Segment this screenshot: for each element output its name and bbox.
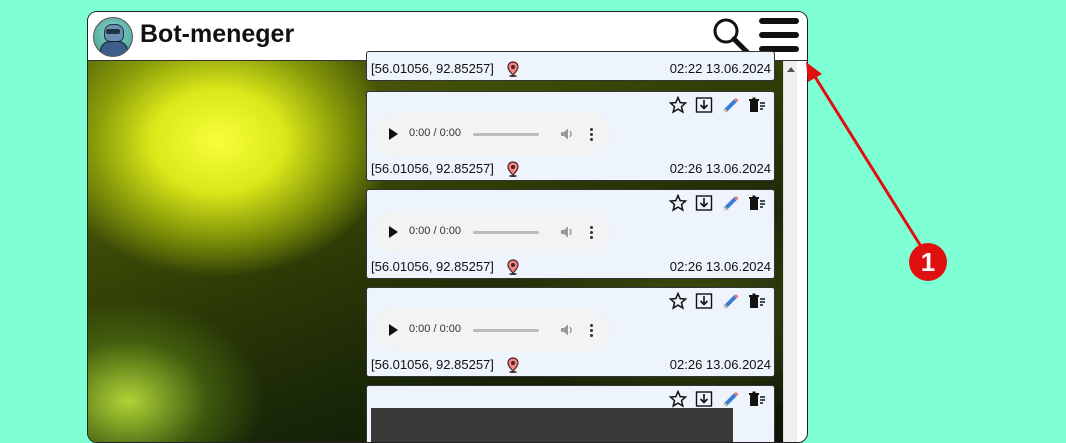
- pencil-icon[interactable]: [722, 390, 740, 408]
- volume-icon[interactable]: [559, 224, 575, 240]
- message-toolbar: [665, 193, 766, 214]
- volume-icon[interactable]: [559, 322, 575, 338]
- audio-player: 0:00 / 0:00: [373, 308, 611, 352]
- bot-avatar-icon[interactable]: [93, 17, 133, 57]
- coordinates-text: [56.01056, 92.85257]: [371, 161, 494, 176]
- message-card: 0:00 / 0:00 [56.01056, 92.85257] 02:26 1…: [366, 189, 775, 279]
- play-icon[interactable]: [389, 324, 398, 336]
- map-pin-icon[interactable]: [506, 357, 520, 373]
- pencil-icon[interactable]: [722, 292, 740, 310]
- pencil-icon[interactable]: [722, 194, 740, 212]
- message-toolbar: [665, 291, 766, 312]
- message-toolbar: [665, 389, 766, 410]
- audio-player: 0:00 / 0:00: [373, 112, 611, 156]
- download-icon[interactable]: [695, 390, 713, 408]
- message-card: [56.01056, 92.85257] 02:22 13.06.2024: [366, 51, 775, 81]
- app-window: Bot-meneger [56.01056, 92.85257] 02:22 1…: [87, 11, 808, 443]
- coordinates-text: [56.01056, 92.85257]: [371, 259, 494, 274]
- scroll-up-arrow-icon[interactable]: [787, 67, 795, 72]
- volume-icon[interactable]: [559, 126, 575, 142]
- message-card: 0:00 / 0:00 [56.01056, 92.85257] 02:26 1…: [366, 91, 775, 181]
- search-button[interactable]: [711, 16, 751, 56]
- download-icon[interactable]: [695, 292, 713, 310]
- audio-player: 0:00 / 0:00: [373, 210, 611, 254]
- annotation-arrowhead: [806, 62, 822, 82]
- audio-progress-slider[interactable]: [473, 329, 539, 332]
- audio-time: 0:00 / 0:00: [409, 225, 461, 237]
- message-timestamp: 02:26 13.06.2024: [669, 161, 771, 176]
- chat-background: [56.01056, 92.85257] 02:22 13.06.2024 0:…: [88, 51, 796, 442]
- message-timestamp: 02:26 13.06.2024: [669, 259, 771, 274]
- audio-progress-slider[interactable]: [473, 133, 539, 136]
- pencil-icon[interactable]: [722, 96, 740, 114]
- audio-time: 0:00 / 0:00: [409, 323, 461, 335]
- download-icon[interactable]: [695, 96, 713, 114]
- star-icon[interactable]: [668, 389, 688, 408]
- play-icon[interactable]: [389, 128, 398, 140]
- message-timestamp: 02:26 13.06.2024: [669, 357, 771, 372]
- star-icon[interactable]: [668, 193, 688, 212]
- trash-icon[interactable]: [748, 292, 766, 310]
- message-card: 0:00 / 0:00 [56.01056, 92.85257] 02:26 1…: [366, 287, 775, 377]
- star-icon[interactable]: [668, 95, 688, 114]
- message-card: [366, 385, 775, 442]
- annotation-arrow: [810, 71, 924, 249]
- more-options-icon[interactable]: [588, 322, 594, 338]
- coordinates-text: [56.01056, 92.85257]: [371, 61, 494, 76]
- more-options-icon[interactable]: [588, 126, 594, 142]
- hamburger-menu-icon: [759, 18, 799, 24]
- message-toolbar: [665, 95, 766, 116]
- star-icon[interactable]: [668, 291, 688, 310]
- audio-time: 0:00 / 0:00: [409, 127, 461, 139]
- search-icon: [713, 18, 750, 55]
- trash-icon[interactable]: [748, 194, 766, 212]
- play-icon[interactable]: [389, 226, 398, 238]
- trash-icon[interactable]: [748, 390, 766, 408]
- message-timestamp: 02:22 13.06.2024: [669, 61, 771, 76]
- audio-progress-slider[interactable]: [473, 231, 539, 234]
- map-pin-icon[interactable]: [506, 161, 520, 177]
- trash-icon[interactable]: [748, 96, 766, 114]
- more-options-icon[interactable]: [588, 224, 594, 240]
- map-pin-icon[interactable]: [506, 259, 520, 275]
- map-pin-icon[interactable]: [506, 61, 520, 77]
- annotation-badge: 1: [909, 243, 947, 281]
- app-title: Bot-meneger: [140, 20, 295, 48]
- scrollbar[interactable]: [783, 61, 797, 442]
- download-icon[interactable]: [695, 194, 713, 212]
- coordinates-text: [56.01056, 92.85257]: [371, 357, 494, 372]
